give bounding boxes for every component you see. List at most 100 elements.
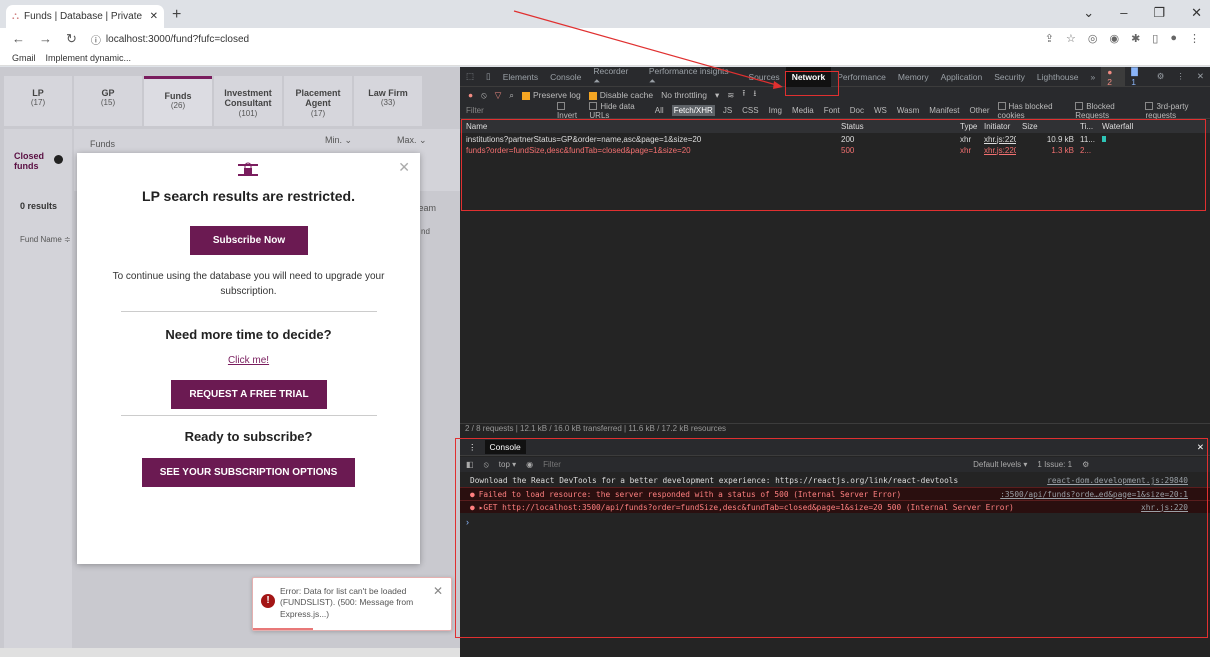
share-icon[interactable]: ⇪	[1045, 32, 1054, 45]
throttling-select[interactable]: No throttling	[661, 90, 707, 100]
clear-icon[interactable]: ⦸	[481, 90, 487, 101]
error-count-badge[interactable]: ● 2	[1101, 66, 1126, 87]
menu-icon[interactable]: ⋮	[1189, 32, 1200, 45]
closed-funds-toggle[interactable]: Closed funds	[14, 151, 48, 172]
reload-icon[interactable]: ↻	[66, 31, 77, 47]
filter-icon[interactable]: ▽	[495, 90, 502, 101]
import-icon[interactable]: ⭱	[742, 88, 745, 102]
star-icon[interactable]: ☆	[1066, 32, 1076, 45]
type-other[interactable]: Other	[968, 105, 992, 116]
minimize-icon[interactable]: –	[1120, 5, 1127, 21]
toast-message: Error: Data for list can't be loaded (FU…	[280, 586, 414, 619]
horizontal-scrollbar[interactable]	[0, 648, 460, 657]
forward-icon[interactable]: →	[39, 31, 52, 47]
preserve-log-checkbox[interactable]: Preserve log	[522, 90, 581, 100]
tab-console[interactable]: Console	[544, 72, 587, 82]
type-js[interactable]: JS	[721, 105, 734, 116]
site-favicon-icon: ⛬	[12, 11, 19, 22]
tab-application[interactable]: Application	[935, 72, 989, 82]
max-filter[interactable]: Max. ⌄	[397, 135, 427, 146]
subscribe-now-button[interactable]: Subscribe Now	[190, 226, 308, 255]
divider	[121, 311, 377, 312]
record-icon[interactable]: ●	[468, 90, 473, 100]
ready-heading: Ready to subscribe?	[184, 429, 313, 444]
url-field[interactable]: ⓘ localhost:3000/fund?fufc=closed	[91, 32, 249, 47]
info-icon: ⓘ	[90, 35, 101, 47]
extension-icon[interactable]: ◎	[1088, 32, 1098, 45]
tab-lighthouse[interactable]: Lighthouse	[1031, 72, 1085, 82]
wifi-icon[interactable]: ≋	[727, 90, 734, 101]
web-page: LP (17) GP (15) Funds (26) Investment Consu…	[0, 67, 460, 657]
tab-performance-insights[interactable]: Performance insights ⏶	[643, 66, 743, 87]
device-icon[interactable]: ▯	[480, 71, 497, 82]
search-icon[interactable]: ⌕	[509, 90, 514, 101]
type-media[interactable]: Media	[790, 105, 816, 116]
url-text: localhost:3000/fund?fufc=closed	[105, 33, 250, 45]
close-tab-icon[interactable]: ✕	[150, 11, 158, 22]
tab-sources[interactable]: Sources	[743, 72, 786, 82]
type-font[interactable]: Font	[822, 105, 842, 116]
bookmark-gmail[interactable]: Gmail	[12, 53, 36, 63]
profile-icon[interactable]: ●	[1170, 32, 1177, 45]
blocked-requests-checkbox[interactable]: Blocked Requests	[1075, 102, 1139, 120]
type-wasm[interactable]: Wasm	[895, 105, 921, 116]
tab-gp[interactable]: GP (15)	[74, 76, 142, 126]
hide-data-urls-checkbox[interactable]: Hide data URLs	[589, 102, 646, 120]
type-manifest[interactable]: Manifest	[927, 105, 961, 116]
min-filter[interactable]: Min. ⌄	[325, 135, 352, 146]
settings-icon[interactable]: ⚙	[1151, 71, 1171, 82]
fund-name-column[interactable]: Fund Name ≑	[20, 235, 71, 244]
issue-count-badge[interactable]: ▇ 1	[1125, 66, 1150, 87]
funds-filter-label: Funds	[90, 139, 116, 149]
tab-elements[interactable]: Elements	[497, 72, 544, 82]
blocked-cookies-checkbox[interactable]: Has blocked cookies	[997, 102, 1070, 120]
free-trial-button[interactable]: REQUEST A FREE TRIAL	[171, 380, 327, 409]
close-icon[interactable]: ✕	[398, 159, 410, 176]
close-devtools-icon[interactable]: ✕	[1191, 71, 1210, 82]
tab-recorder[interactable]: Recorder ⏶	[587, 66, 642, 87]
close-window-icon[interactable]: ✕	[1191, 5, 1202, 21]
more-tabs[interactable]: »	[1085, 72, 1102, 82]
tab-lp[interactable]: LP (17)	[4, 76, 72, 126]
new-tab-button[interactable]: +	[172, 6, 181, 24]
maximize-icon[interactable]: ❐	[1153, 5, 1165, 21]
chevron-down-icon[interactable]: ⌄	[1083, 5, 1094, 21]
tab-security[interactable]: Security	[988, 72, 1031, 82]
bookmark-implement[interactable]: Implement dynamic...	[46, 53, 132, 63]
bookmarks-bar: Gmail Implement dynamic...	[0, 50, 1210, 66]
tab-funds[interactable]: Funds (26)	[144, 76, 212, 126]
back-icon[interactable]: ←	[12, 31, 25, 47]
disable-cache-checkbox[interactable]: Disable cache	[588, 90, 653, 100]
filter-input[interactable]: Filter	[466, 106, 551, 115]
extension2-icon[interactable]: ◉	[1109, 32, 1119, 45]
tab-performance[interactable]: Performance	[831, 72, 892, 82]
type-all[interactable]: All	[653, 105, 666, 116]
address-bar-row: ← → ↻ ⓘ localhost:3000/fund?fufc=closed …	[0, 28, 1210, 50]
tab-memory[interactable]: Memory	[892, 72, 935, 82]
export-icon[interactable]: ⭳	[753, 88, 756, 102]
third-party-checkbox[interactable]: 3rd-party requests	[1145, 102, 1210, 120]
invert-checkbox[interactable]: Invert	[557, 102, 583, 120]
type-ws[interactable]: WS	[872, 105, 889, 116]
type-doc[interactable]: Doc	[848, 105, 866, 116]
close-icon[interactable]: ✕	[433, 584, 443, 598]
type-fetch-xhr[interactable]: Fetch/XHR	[671, 105, 715, 116]
sidepanel-icon[interactable]: ▯	[1152, 32, 1158, 45]
network-filter-bar: Filter Invert Hide data URLs All Fetch/X…	[460, 102, 1210, 120]
click-me-link[interactable]: Click me!	[77, 355, 420, 366]
kebab-icon[interactable]: ⋮	[1170, 71, 1191, 82]
inspect-icon[interactable]: ⬚	[460, 71, 480, 82]
tab-law-firm[interactable]: Law Firm (33)	[354, 76, 422, 126]
network-tab-highlight-box	[785, 71, 839, 96]
tab-investment-consultant[interactable]: Investment Consultant (101)	[214, 76, 282, 126]
puzzle-icon[interactable]: ✱	[1131, 32, 1140, 45]
browser-tab[interactable]: ⛬ Funds | Database | Private Equity ✕	[6, 5, 164, 28]
type-img[interactable]: Img	[767, 105, 784, 116]
tab-placement-agent[interactable]: Placement Agent (17)	[284, 76, 352, 126]
results-count: 0 results	[20, 201, 58, 211]
subscription-options-button[interactable]: SEE YOUR SUBSCRIPTION OPTIONS	[142, 458, 355, 487]
type-css[interactable]: CSS	[740, 105, 760, 116]
nd-column: nd	[421, 227, 430, 236]
modal-title: LP search results are restricted.	[142, 188, 355, 204]
network-highlight-box	[461, 119, 1206, 211]
